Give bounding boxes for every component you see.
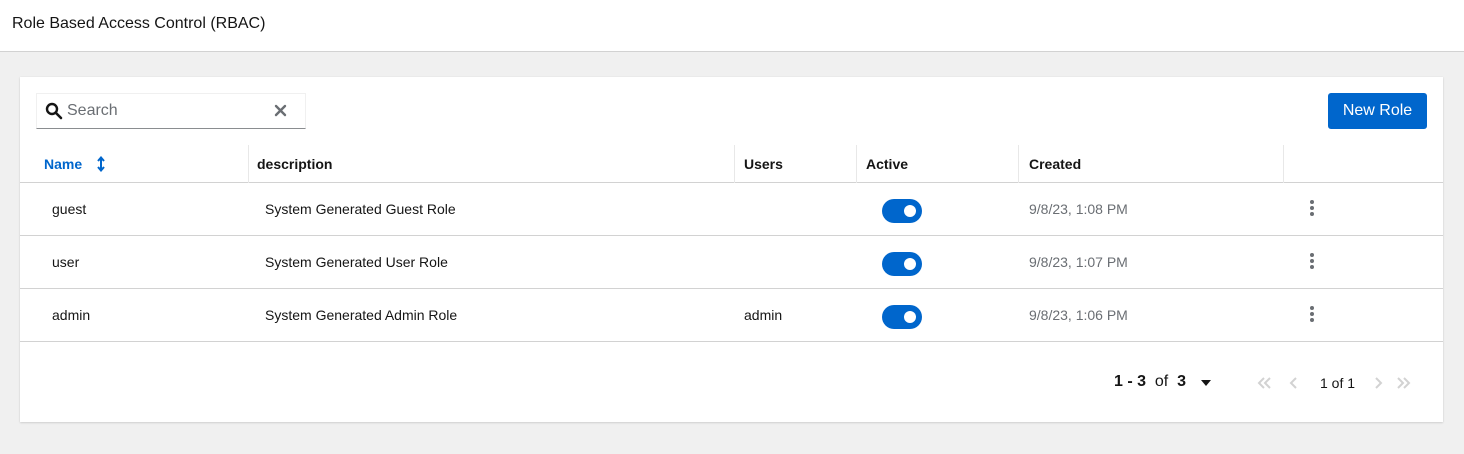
column-header-description: description: [249, 145, 735, 183]
kebab-icon[interactable]: [1304, 198, 1320, 220]
table-row: admin System Generated Admin Role admin …: [20, 289, 1443, 342]
table-header: Name description Users Active Created: [20, 145, 1443, 183]
page-indicator: 1 of 1: [1320, 375, 1356, 391]
close-icon[interactable]: [273, 103, 289, 119]
role-created: 9/8/23, 1:06 PM: [1029, 307, 1128, 323]
sort-icon: [97, 156, 105, 172]
table-row: user System Generated User Role 9/8/23, …: [20, 236, 1443, 289]
page-header: Role Based Access Control (RBAC): [0, 0, 1464, 52]
role-description: System Generated User Role: [265, 254, 448, 270]
toggle-knob: [904, 311, 916, 323]
role-created: 9/8/23, 1:07 PM: [1029, 254, 1128, 270]
kebab-icon[interactable]: [1304, 304, 1320, 326]
next-page-icon[interactable]: [1370, 375, 1386, 391]
pagination: 1 - 3 of 3 1 of 1: [20, 369, 1443, 401]
caret-down-icon[interactable]: [1200, 377, 1212, 389]
toggle-knob: [904, 258, 916, 270]
new-role-button[interactable]: New Role: [1328, 93, 1427, 129]
toggle-knob: [904, 205, 916, 217]
role-description: System Generated Guest Role: [265, 201, 456, 217]
active-toggle[interactable]: [882, 305, 922, 329]
roles-card: New Role Name description Users Active C…: [20, 77, 1443, 422]
column-header-actions: [1284, 145, 1443, 183]
column-header-created: Created: [1019, 145, 1284, 183]
search-box: [36, 93, 306, 129]
role-users: admin: [744, 307, 783, 323]
role-name: guest: [52, 201, 87, 217]
first-page-icon[interactable]: [1256, 375, 1272, 391]
active-toggle[interactable]: [882, 252, 922, 276]
table-row: guest System Generated Guest Role 9/8/23…: [20, 183, 1443, 236]
role-description: System Generated Admin Role: [265, 307, 458, 323]
role-created: 9/8/23, 1:08 PM: [1029, 201, 1128, 217]
previous-page-icon[interactable]: [1286, 375, 1302, 391]
active-toggle[interactable]: [882, 199, 922, 223]
column-header-users: Users: [735, 145, 857, 183]
last-page-icon[interactable]: [1396, 375, 1412, 391]
page-title: Role Based Access Control (RBAC): [12, 15, 266, 32]
column-header-active: Active: [857, 145, 1019, 183]
search-icon: [45, 102, 63, 120]
search-input[interactable]: [67, 95, 267, 127]
role-name: admin: [52, 307, 91, 323]
column-header-name[interactable]: Name: [20, 145, 249, 183]
pagination-range[interactable]: 1 - 3 of 3: [1114, 373, 1186, 391]
role-name: user: [52, 254, 80, 270]
kebab-icon[interactable]: [1304, 251, 1320, 273]
